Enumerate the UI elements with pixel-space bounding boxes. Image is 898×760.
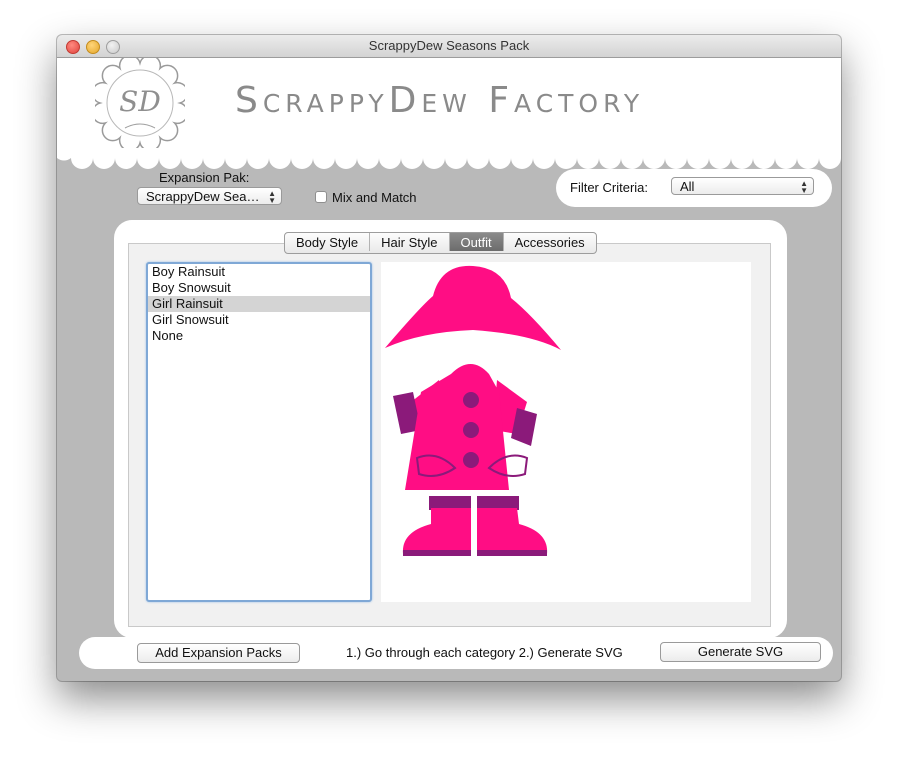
expansion-pak-value: ScrappyDew Sea… — [146, 189, 260, 204]
generate-svg-button[interactable]: Generate SVG — [660, 642, 821, 662]
right-boot-sole — [477, 550, 547, 556]
tab-body-style[interactable]: Body Style — [285, 233, 371, 251]
expansion-pak-label: Expansion Pak: — [159, 170, 250, 185]
app-window: ScrappyDew Seasons Pack SD ScrappyDew Fa… — [57, 35, 841, 681]
outfit-preview — [381, 262, 751, 602]
list-item[interactable]: Boy Rainsuit — [148, 264, 370, 280]
filter-criteria-label: Filter Criteria: — [570, 180, 649, 195]
right-boot-shape — [477, 508, 548, 554]
tab-outfit[interactable]: Outfit — [449, 233, 504, 251]
scallop-logo-icon: SD — [91, 54, 189, 152]
app-title: ScrappyDew Factory — [235, 80, 645, 121]
popup-arrows-icon: ▲ ▼ — [800, 179, 808, 195]
hat-shape — [385, 265, 561, 350]
left-boot-sole — [403, 550, 471, 556]
filter-criteria-value: All — [680, 179, 695, 194]
expansion-pak-select[interactable]: ScrappyDew Sea… ▲ ▼ — [137, 187, 282, 205]
mix-and-match-label: Mix and Match — [332, 190, 417, 205]
list-item[interactable]: None — [148, 328, 370, 344]
filter-container: Filter Criteria: All ▲ ▼ — [556, 169, 832, 207]
filter-criteria-select[interactable]: All ▲ ▼ — [671, 177, 814, 195]
logo: SD — [91, 54, 189, 152]
mix-and-match-checkbox[interactable] — [315, 191, 327, 203]
add-expansion-packs-button[interactable]: Add Expansion Packs — [137, 643, 300, 663]
outfit-list[interactable]: Boy Rainsuit Boy Snowsuit Girl Rainsuit … — [146, 262, 372, 602]
left-boot-cuff — [429, 496, 471, 510]
instructions-text: 1.) Go through each category 2.) Generat… — [346, 645, 623, 660]
window-title: ScrappyDew Seasons Pack — [368, 38, 530, 53]
rainsuit-illustration — [385, 265, 561, 556]
header-banner: SD ScrappyDew Factory — [57, 54, 841, 173]
category-tabs: Body Style Hair Style Outfit Accessories — [284, 232, 597, 254]
popup-arrows-icon: ▲ ▼ — [268, 189, 276, 205]
logo-letters: SD — [119, 85, 161, 118]
coat-buttons-icon — [463, 392, 479, 468]
left-boot-shape — [402, 508, 471, 554]
footer-bar: Add Expansion Packs 1.) Go through each … — [79, 637, 833, 669]
tab-accessories[interactable]: Accessories — [504, 233, 596, 251]
list-item[interactable]: Boy Snowsuit — [148, 280, 370, 296]
list-item-selected[interactable]: Girl Rainsuit — [148, 296, 370, 312]
right-boot-cuff — [477, 496, 519, 510]
title-bar[interactable]: ScrappyDew Seasons Pack — [57, 35, 841, 58]
list-item[interactable]: Girl Snowsuit — [148, 312, 370, 328]
tab-hair-style[interactable]: Hair Style — [370, 233, 450, 251]
